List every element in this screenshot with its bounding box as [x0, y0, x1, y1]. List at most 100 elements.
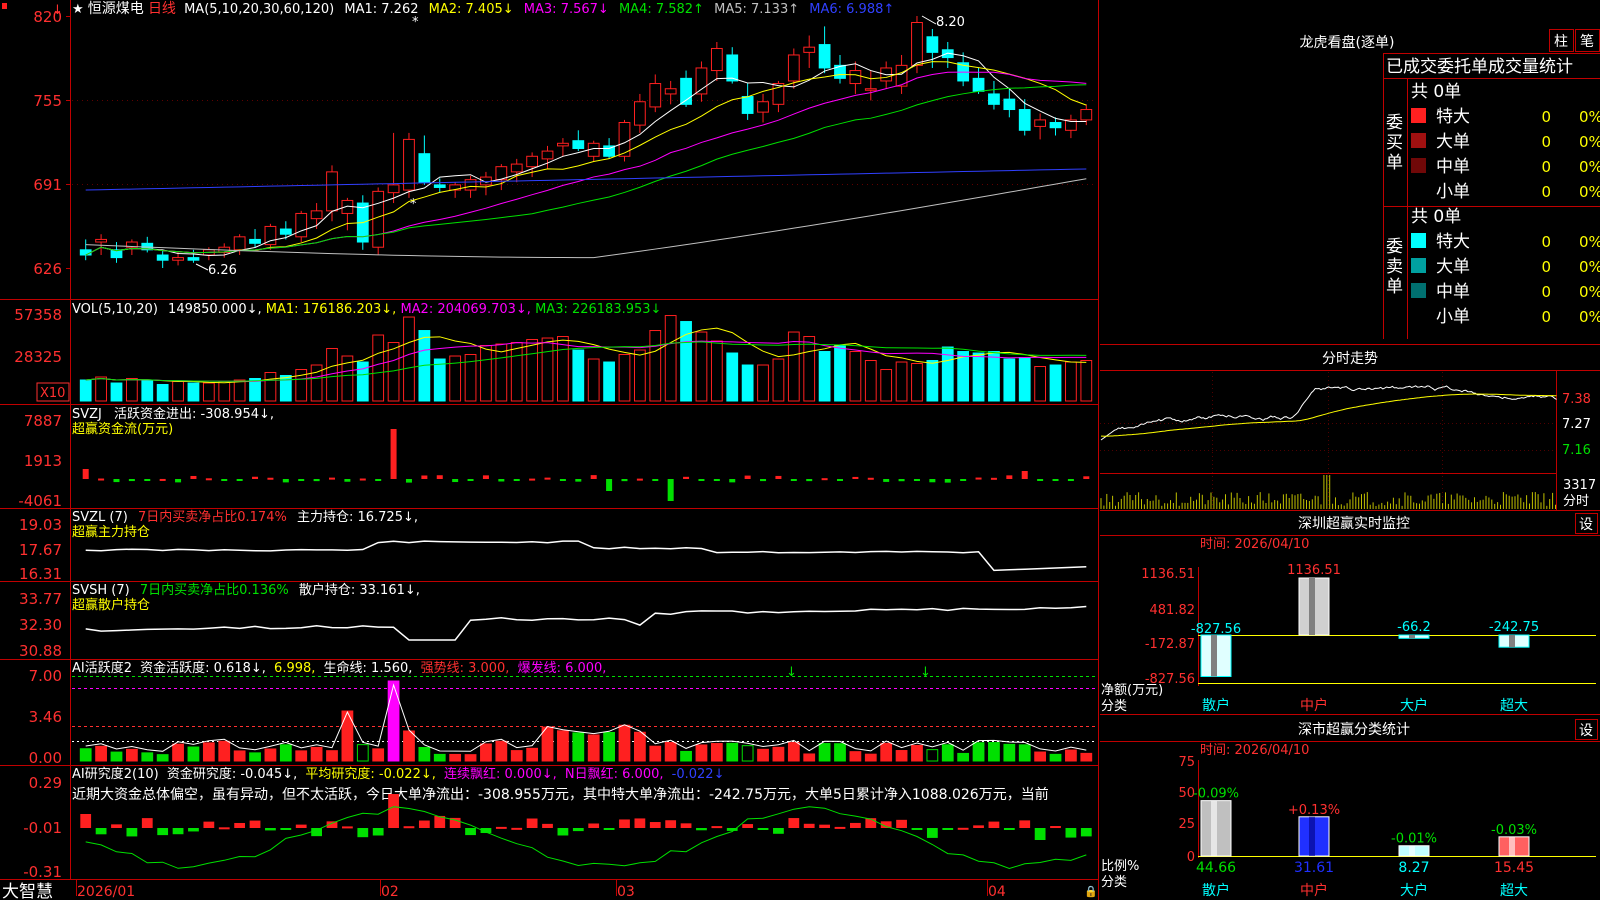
research-bar — [988, 821, 1000, 828]
flow-bar — [898, 479, 905, 482]
ma-line — [85, 61, 1087, 256]
research-bar — [680, 823, 692, 828]
price-axis-label: 820 — [33, 8, 62, 26]
activity-bar — [526, 747, 539, 762]
research-bar — [773, 828, 784, 834]
activity-bar — [480, 743, 492, 762]
svzj-axis-label: 1913 — [24, 452, 62, 470]
activity-bar — [387, 680, 400, 762]
activity-bars — [79, 680, 1093, 762]
volume-bar — [233, 379, 246, 402]
intraday-vol-unit: 分时 — [1563, 494, 1589, 509]
activity-bar — [618, 724, 631, 762]
activity-bar — [741, 745, 754, 762]
svzl-name: SVZL (7) — [72, 510, 128, 525]
research-bar — [280, 828, 292, 830]
svzj-value: 活跃资金进出: -308.954↓, — [114, 406, 274, 422]
flow-bar — [359, 478, 366, 481]
flow-bar — [883, 479, 890, 482]
activity-bar — [110, 751, 123, 762]
candle-body — [387, 184, 400, 194]
research-bar — [711, 826, 723, 829]
research-bar — [834, 826, 846, 829]
candle-body — [787, 54, 800, 82]
time-axis-label: 02 — [381, 884, 399, 900]
volume-bar — [79, 379, 92, 402]
order-count: 0 — [1541, 258, 1551, 276]
flow-bar — [559, 479, 566, 481]
flow-bar — [113, 479, 120, 483]
activity-bar — [249, 752, 261, 762]
order-type: 小单 — [1436, 307, 1470, 327]
flow-bar — [421, 475, 428, 479]
svzj-axis-label: -4061 — [18, 492, 62, 510]
candle-body — [418, 153, 431, 183]
monitor-title: 深圳超赢实时监控 — [1298, 515, 1410, 532]
dragon-title: 龙虎看盘(逐单) — [1300, 34, 1395, 51]
fund-flow-bars — [82, 429, 1090, 501]
activity-bar — [818, 743, 831, 762]
activity-bar — [880, 742, 893, 762]
candle-body — [849, 70, 862, 85]
class-category: 散户 — [1202, 882, 1230, 899]
order-percent: 0% — [1579, 133, 1600, 151]
ai-active-name: AI活跃度2 — [72, 660, 132, 676]
right-panel: 龙虎看盘(逐单) 柱 笔 已成交委托单成交量统计 委买单 委卖单 共 0单特大 0… — [1100, 29, 1600, 899]
flow-bar — [590, 475, 597, 479]
ma-line — [85, 52, 1087, 257]
research-bar — [141, 818, 153, 828]
activity-bar — [156, 754, 169, 762]
research-bar — [742, 824, 754, 828]
activity-bar — [557, 730, 569, 762]
activity-bar — [726, 742, 739, 762]
lock-icon[interactable]: 🔒 — [1084, 885, 1098, 898]
research-bar — [757, 828, 769, 830]
monitor-category: 大户 — [1400, 697, 1428, 714]
activity-bar — [418, 746, 431, 762]
candle-body — [187, 257, 200, 261]
research-bar — [357, 828, 369, 838]
activity-bar — [1003, 743, 1016, 762]
svsh-axis-label: 33.77 — [19, 590, 62, 608]
class-change: -0.01% — [1391, 832, 1437, 847]
flow-bar — [175, 479, 182, 483]
activity-bar — [310, 746, 323, 762]
monitor-axis-label: 481.82 — [1150, 603, 1196, 618]
volume-bars — [79, 315, 1093, 402]
research-bar — [203, 821, 215, 828]
candlestick-series[interactable] — [79, 16, 1093, 268]
research-bar — [218, 827, 230, 830]
order-color-swatch — [1411, 158, 1426, 173]
activity-bar — [649, 745, 662, 762]
flow-bar — [529, 478, 536, 481]
activity-bar — [202, 742, 215, 762]
volume-bar — [372, 334, 385, 402]
research-bar — [157, 828, 169, 836]
research-bar — [111, 824, 122, 828]
activity-bar — [895, 750, 908, 762]
activity-bar — [803, 753, 816, 762]
candle-body — [279, 228, 292, 235]
class-value: 44.66 — [1196, 860, 1236, 876]
vol-axis-label: 28325 — [14, 348, 62, 366]
flow-bar — [467, 479, 474, 481]
intraday-vol-label: 3317 — [1563, 478, 1596, 493]
retail-holding-line — [85, 605, 1087, 641]
candle-body — [310, 210, 323, 220]
flow-bar — [82, 469, 89, 479]
flow-bar — [575, 479, 582, 482]
main-chart-area[interactable]: ↓ 820 755 691 626 ★ 恒源煤电 日线 MA(5,10,20,3… — [0, 0, 1100, 900]
research-bar — [572, 828, 584, 832]
order-type: 大单 — [1436, 257, 1470, 277]
flow-bar — [775, 475, 782, 479]
class-bars: -0.09% 44.66 +0.13% 31.61 -0.01% 8.27 -0.03% 15… — [1193, 787, 1537, 876]
class-change: -0.09% — [1193, 787, 1239, 802]
svzj-subtitle: 超赢资金流(万元) — [72, 421, 173, 437]
price-axis-label: 691 — [33, 176, 62, 194]
candle-body — [526, 155, 539, 168]
candle-body — [664, 88, 677, 95]
candle-body — [803, 46, 816, 53]
ai-active-axis-label: 0.00 — [29, 749, 62, 767]
flow-bar — [513, 479, 520, 481]
research-bar — [665, 820, 677, 828]
